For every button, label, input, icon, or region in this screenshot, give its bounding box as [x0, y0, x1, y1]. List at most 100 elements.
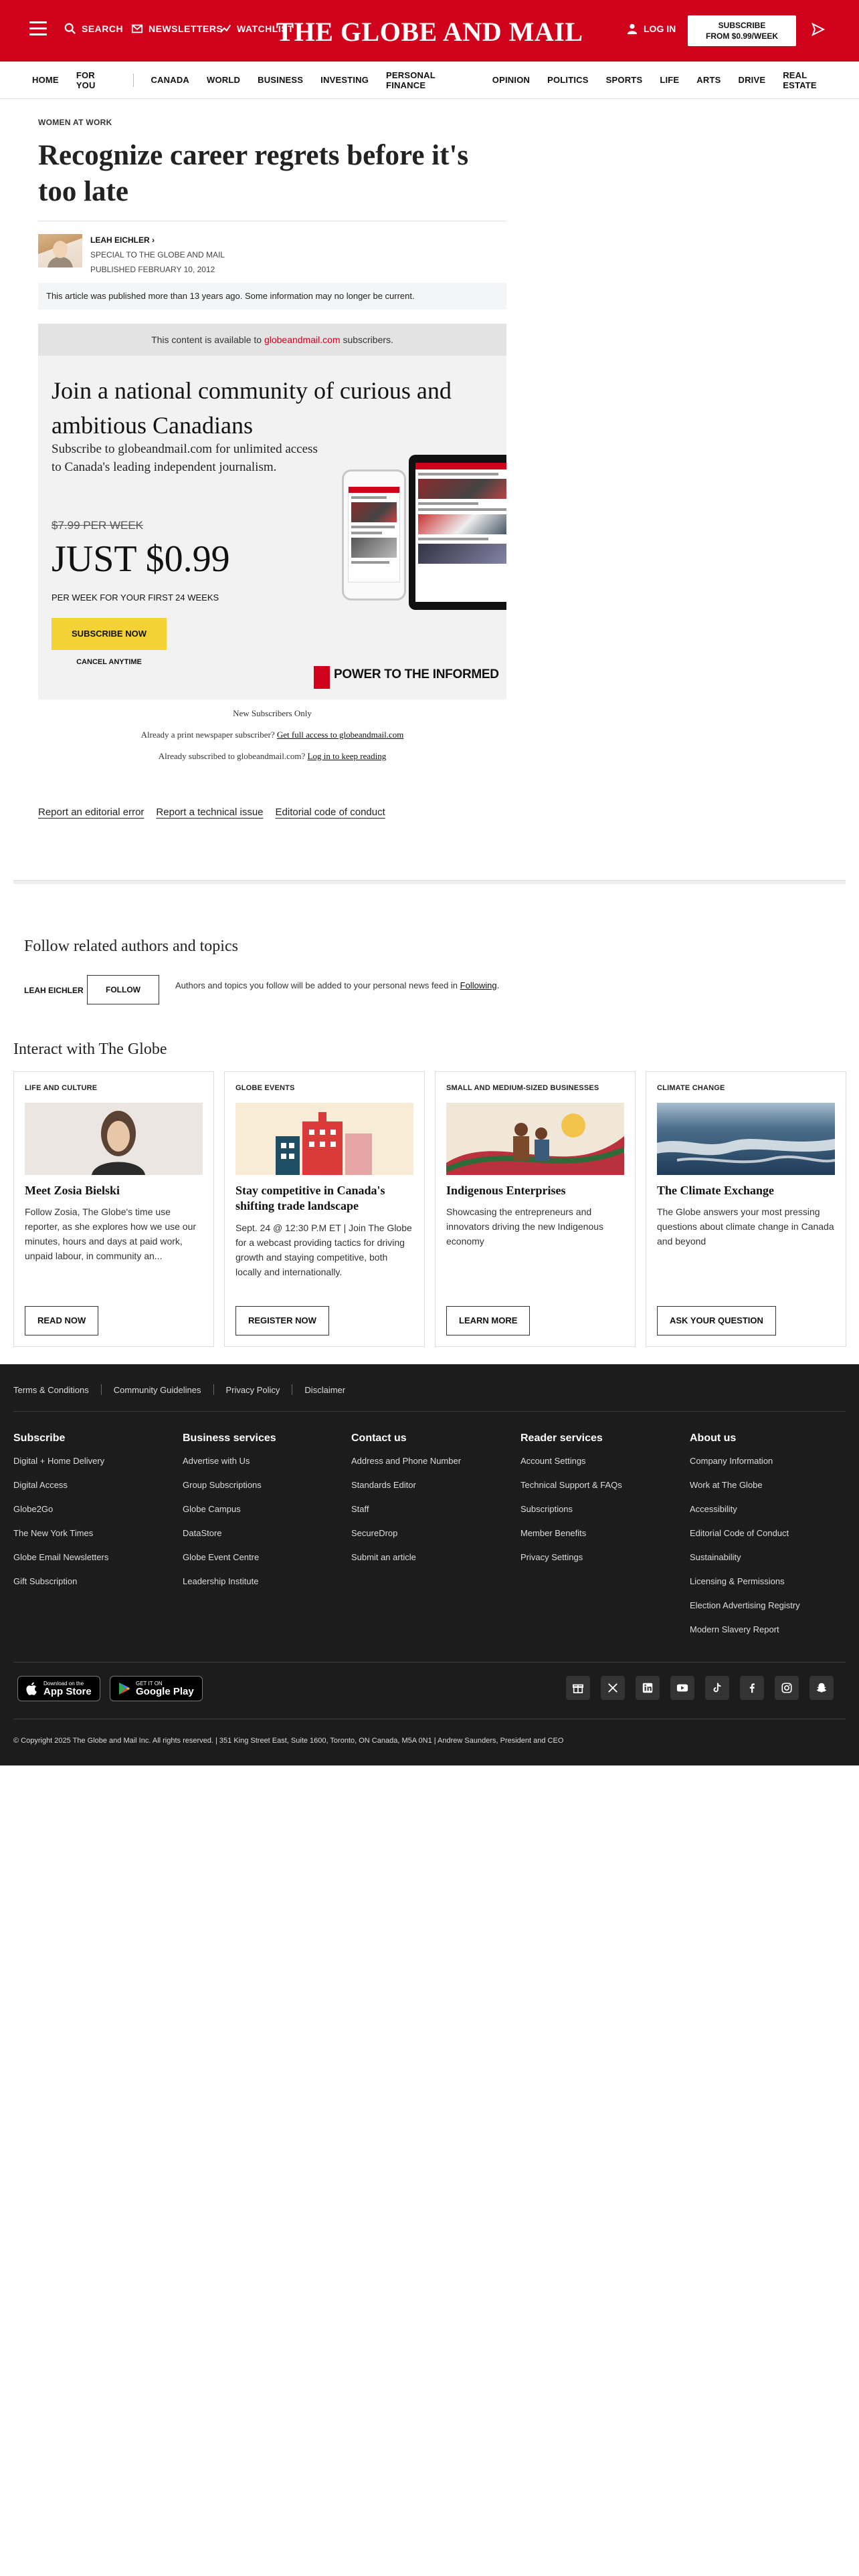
nav-investing[interactable]: INVESTING — [320, 75, 369, 85]
footer-link[interactable]: Election Advertising Registry — [690, 1598, 800, 1622]
card-category: GLOBE EVENTS — [235, 1084, 295, 1092]
instagram-icon[interactable] — [775, 1676, 799, 1700]
app-store-label: App Store — [43, 1685, 92, 1697]
footer-heading: Contact us — [351, 1432, 407, 1444]
privacy-policy-link[interactable]: Privacy Policy — [226, 1385, 280, 1395]
footer-link[interactable]: Globe Campus — [183, 1502, 276, 1526]
footer-link[interactable]: Digital + Home Delivery — [13, 1454, 108, 1478]
facebook-icon[interactable] — [740, 1676, 764, 1700]
footer-link[interactable]: Work at The Globe — [690, 1478, 800, 1502]
send-icon[interactable] — [811, 22, 826, 37]
terms-link[interactable]: Terms & Conditions — [13, 1385, 89, 1395]
community-guidelines-link[interactable]: Community Guidelines — [114, 1385, 201, 1395]
footer-link[interactable]: Globe Email Newsletters — [13, 1550, 108, 1574]
article-kicker[interactable]: WOMEN AT WORK — [38, 118, 112, 127]
footer-link[interactable]: Leadership Institute — [183, 1574, 276, 1598]
footer-link[interactable]: Member Benefits — [520, 1526, 622, 1550]
disclaimer-link[interactable]: Disclaimer — [304, 1385, 345, 1395]
gift-icon[interactable] — [566, 1676, 590, 1700]
tiktok-icon[interactable] — [705, 1676, 729, 1700]
author-name-link[interactable]: LEAH EICHLER › — [90, 235, 155, 245]
footer-link[interactable]: Staff — [351, 1502, 461, 1526]
nav-business[interactable]: BUSINESS — [258, 75, 303, 85]
x-icon[interactable] — [601, 1676, 625, 1700]
paywall-site-link[interactable]: globeandmail.com — [264, 334, 341, 345]
hamburger-menu-icon[interactable] — [29, 21, 47, 36]
footer-link[interactable]: Company Information — [690, 1454, 800, 1478]
snapchat-icon[interactable] — [809, 1676, 834, 1700]
article-headline: Recognize career regrets before it's too… — [38, 140, 469, 207]
nav-home[interactable]: HOME — [32, 75, 59, 85]
footer-link[interactable]: Globe Event Centre — [183, 1550, 276, 1574]
footer-link[interactable]: Editorial Code of Conduct — [690, 1526, 800, 1550]
footer-link[interactable]: The New York Times — [13, 1526, 108, 1550]
site-logo[interactable]: THE GLOBE AND MAIL — [276, 17, 583, 47]
footer-link[interactable]: Privacy Settings — [520, 1550, 622, 1574]
nav-opinion[interactable]: OPINION — [492, 75, 530, 85]
interact-title: Interact with The Globe — [13, 1041, 167, 1058]
nav-politics[interactable]: POLITICS — [547, 75, 589, 85]
editorial-code-link[interactable]: Editorial code of conduct — [276, 807, 385, 818]
header-subscribe-button[interactable]: SUBSCRIBE FROM $0.99/WEEK — [688, 15, 796, 46]
interact-card-zosia[interactable]: LIFE AND CULTURE Meet Zosia Bielski Foll… — [13, 1071, 214, 1347]
footer-link[interactable]: Subscriptions — [520, 1502, 622, 1526]
footer-link[interactable]: SecureDrop — [351, 1526, 461, 1550]
author-avatar[interactable] — [38, 234, 82, 267]
card-title[interactable]: Meet Zosia Bielski — [25, 1183, 205, 1198]
interact-card-indigenous[interactable]: SMALL AND MEDIUM-SIZED BUSINESSES Indige… — [435, 1071, 636, 1347]
footer-link[interactable]: Submit an article — [351, 1550, 461, 1574]
follow-button[interactable]: FOLLOW — [87, 975, 159, 1004]
footer-link[interactable]: Modern Slavery Report — [690, 1622, 800, 1646]
youtube-icon[interactable] — [670, 1676, 694, 1700]
footer-link[interactable]: Group Subscriptions — [183, 1478, 276, 1502]
linkedin-icon[interactable] — [636, 1676, 660, 1700]
card-description: The Globe answers your most pressing que… — [657, 1206, 834, 1247]
footer-link[interactable]: Standards Editor — [351, 1478, 461, 1502]
nav-real-estate[interactable]: REAL ESTATE — [783, 70, 842, 90]
card-title[interactable]: The Climate Exchange — [657, 1183, 838, 1198]
footer-link[interactable]: Address and Phone Number — [351, 1454, 461, 1478]
nav-sports[interactable]: SPORTS — [606, 75, 643, 85]
following-link[interactable]: Following — [460, 980, 497, 990]
nav-for-you[interactable]: FOR YOU — [76, 70, 116, 90]
card-title[interactable]: Stay competitive in Canada's shifting tr… — [235, 1183, 416, 1214]
footer-link[interactable]: Gift Subscription — [13, 1574, 108, 1598]
nav-arts[interactable]: ARTS — [696, 75, 721, 85]
newsletters-button[interactable]: NEWSLETTERS — [131, 23, 223, 35]
paywall-description: Subscribe to globeandmail.com for unlimi… — [52, 442, 318, 474]
footer-link[interactable]: Account Settings — [520, 1454, 622, 1478]
footer-link[interactable]: Accessibility — [690, 1502, 800, 1526]
read-now-button[interactable]: READ NOW — [25, 1306, 99, 1335]
learn-more-button[interactable]: LEARN MORE — [446, 1306, 531, 1335]
footer-link[interactable]: Digital Access — [13, 1478, 108, 1502]
card-title[interactable]: Indigenous Enterprises — [446, 1183, 627, 1198]
interact-card-climate[interactable]: CLIMATE CHANGE The Climate Exchange The … — [646, 1071, 846, 1347]
footer-link[interactable]: Licensing & Permissions — [690, 1574, 800, 1598]
footer-divider — [13, 1411, 846, 1412]
ask-question-button[interactable]: ASK YOUR QUESTION — [657, 1306, 776, 1335]
nav-drive[interactable]: DRIVE — [738, 75, 765, 85]
report-editorial-error-link[interactable]: Report an editorial error — [38, 807, 144, 818]
footer-link[interactable]: DataStore — [183, 1526, 276, 1550]
register-now-button[interactable]: REGISTER NOW — [235, 1306, 329, 1335]
new-subscribers-only: New Subscribers Only — [233, 708, 312, 718]
search-button[interactable]: SEARCH — [64, 23, 123, 35]
nav-canada[interactable]: CANADA — [151, 75, 189, 85]
nav-world[interactable]: WORLD — [207, 75, 240, 85]
report-technical-issue-link[interactable]: Report a technical issue — [156, 807, 263, 818]
app-store-button[interactable]: Download on the App Store — [17, 1676, 100, 1701]
footer-link[interactable]: Sustainability — [690, 1550, 800, 1574]
interact-card-globe-events[interactable]: GLOBE EVENTS Stay competitive in Canada'… — [224, 1071, 425, 1347]
footer-link[interactable]: Advertise with Us — [183, 1454, 276, 1478]
login-link[interactable]: Log in to keep reading — [308, 751, 387, 761]
login-button[interactable]: LOG IN — [626, 23, 676, 35]
nav-personal-finance[interactable]: PERSONAL FINANCE — [386, 70, 475, 90]
footer-link[interactable]: Globe2Go — [13, 1502, 108, 1526]
print-access-link[interactable]: Get full access to globeandmail.com — [277, 730, 404, 740]
old-price: $7.99 PER WEEK — [52, 519, 144, 532]
nav-life[interactable]: LIFE — [660, 75, 679, 85]
paywall-subscribe-button[interactable]: SUBSCRIBE NOW — [52, 618, 167, 650]
footer-link[interactable]: Technical Support & FAQs — [520, 1478, 622, 1502]
google-play-button[interactable]: GET IT ON Google Play — [110, 1676, 203, 1701]
search-icon — [64, 23, 76, 34]
